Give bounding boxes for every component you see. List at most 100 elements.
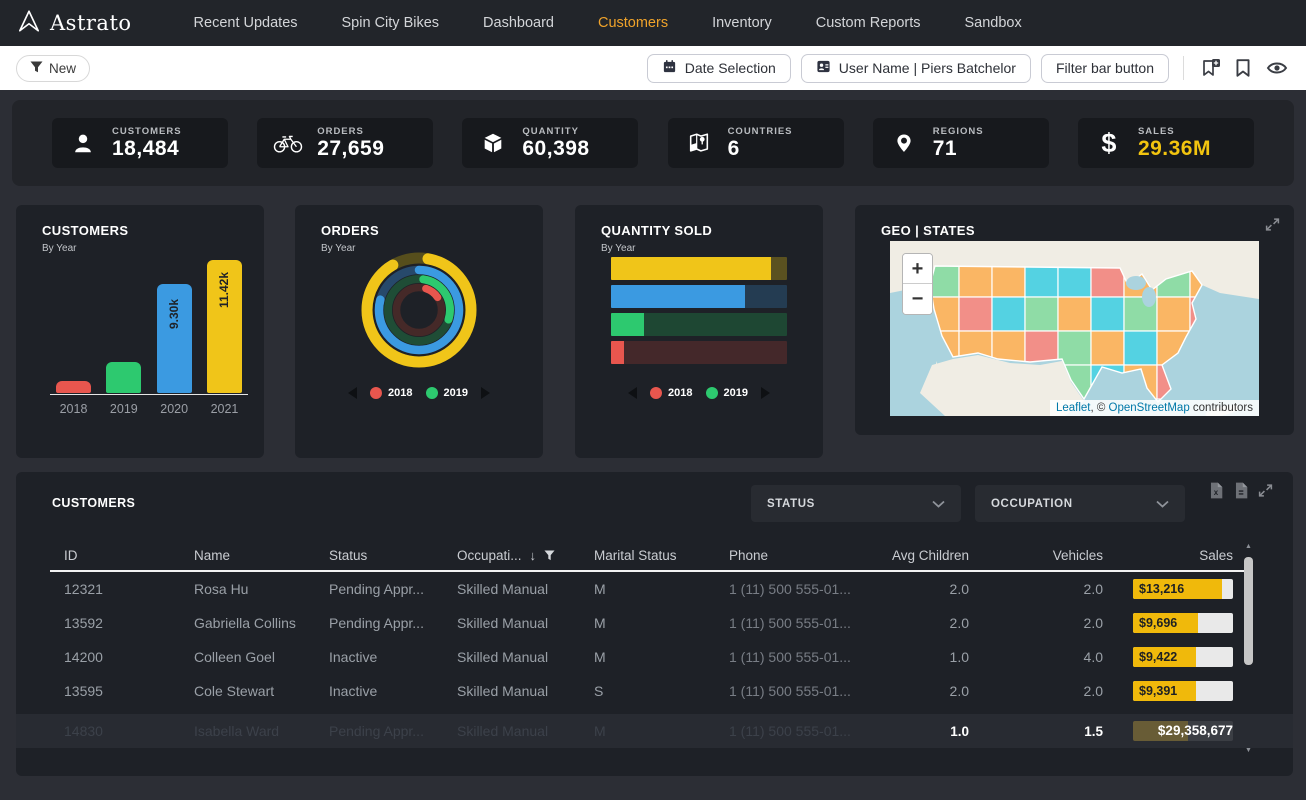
hbar-2018 <box>611 341 787 364</box>
col-header-sales[interactable]: Sales <box>1103 548 1233 563</box>
new-filter-button[interactable]: New <box>16 55 90 82</box>
export-doc-icon[interactable] <box>1233 482 1248 499</box>
scroll-up-arrow[interactable]: ▲ <box>1244 543 1253 550</box>
col-header-name[interactable]: Name <box>194 548 329 563</box>
legend-item-2019[interactable]: 2019 <box>706 387 748 399</box>
table-body: 12321Rosa HuPending Appr...Skilled Manua… <box>16 572 1293 708</box>
donut-rings-chart[interactable] <box>354 245 484 375</box>
map-icon <box>684 131 714 155</box>
legend-prev-arrow[interactable] <box>348 387 357 399</box>
col-header-occupation[interactable]: Occupati... ↓ <box>457 548 594 563</box>
col-header-id[interactable]: ID <box>64 548 194 563</box>
kpi-orders: ORDERS27,659 <box>257 118 433 168</box>
nav-item-dashboard[interactable]: Dashboard <box>461 0 576 46</box>
kpi-customers: CUSTOMERS18,484 <box>52 118 228 168</box>
user-icon <box>68 131 98 155</box>
chart-title: QUANTITY SOLD <box>601 223 712 238</box>
legend-next-arrow[interactable] <box>481 387 490 399</box>
osm-link[interactable]: OpenStreetMap <box>1109 402 1190 414</box>
chevron-down-icon <box>932 500 945 508</box>
brand-name: Astrato <box>50 11 132 35</box>
col-header-avg-children[interactable]: Avg Children <box>879 548 969 563</box>
zoom-in-button[interactable]: + <box>903 254 932 284</box>
quantity-chart-panel: QUANTITY SOLD By Year 2018 2019 <box>575 205 823 458</box>
col-header-vehicles[interactable]: Vehicles <box>969 548 1103 563</box>
expand-icon[interactable] <box>1258 483 1273 498</box>
sales-bar: $9,391 <box>1133 681 1233 701</box>
leaflet-link[interactable]: Leaflet <box>1056 402 1091 414</box>
nav-item-recent-updates[interactable]: Recent Updates <box>172 0 320 46</box>
scroll-down-arrow[interactable]: ▼ <box>1244 747 1253 754</box>
col-header-phone[interactable]: Phone <box>729 548 879 563</box>
nav-item-custom-reports[interactable]: Custom Reports <box>794 0 943 46</box>
occupation-filter-dropdown[interactable]: OCCUPATION <box>975 485 1185 522</box>
table-header-row: ID Name Status Occupati... ↓ Marital Sta… <box>16 540 1293 570</box>
filter-bar-button[interactable]: Filter bar button <box>1041 54 1169 83</box>
hbar-2021 <box>611 257 787 280</box>
nav-item-sandbox[interactable]: Sandbox <box>943 0 1044 46</box>
brand[interactable]: Astrato <box>16 8 132 39</box>
table-row[interactable]: 12321Rosa HuPending Appr...Skilled Manua… <box>16 572 1293 606</box>
customers-table-panel: CUSTOMERS STATUS OCCUPATION x <box>16 472 1293 776</box>
bicycle-icon <box>273 132 303 154</box>
table-row[interactable]: 13592Gabriella CollinsPending Appr...Ski… <box>16 606 1293 640</box>
main-nav: Recent Updates Spin City Bikes Dashboard… <box>172 0 1044 46</box>
eye-icon[interactable] <box>1264 57 1290 79</box>
legend-item-2018[interactable]: 2018 <box>650 387 692 399</box>
chart-subtitle: By Year <box>321 243 355 254</box>
orders-chart-panel: ORDERS By Year 2018 2019 <box>295 205 543 458</box>
user-name-button[interactable]: User Name | Piers Batchelor <box>801 54 1031 83</box>
toolbar: New Date Selection User Name | Piers Bat… <box>0 46 1306 90</box>
hbar-chart[interactable] <box>611 257 787 369</box>
dollar-icon: $ <box>1094 128 1124 159</box>
nav-item-spin-city-bikes[interactable]: Spin City Bikes <box>320 0 462 46</box>
user-badge-icon <box>816 59 831 77</box>
legend-next-arrow[interactable] <box>761 387 770 399</box>
nav-item-customers[interactable]: Customers <box>576 0 690 46</box>
customers-chart-panel: CUSTOMERS By Year 9.30k 11.42k 2018 2019… <box>16 205 264 458</box>
total-sales-value: $29,358,677 <box>1158 721 1233 741</box>
bar-chart[interactable]: 9.30k 11.42k <box>56 253 242 393</box>
status-filter-dropdown[interactable]: STATUS <box>751 485 961 522</box>
legend-item-2019[interactable]: 2019 <box>426 387 468 399</box>
col-header-status[interactable]: Status <box>329 548 457 563</box>
zoom-out-button[interactable]: − <box>903 284 932 314</box>
geo-states-panel: GEO | STATES <box>855 205 1294 435</box>
legend-prev-arrow[interactable] <box>628 387 637 399</box>
sort-desc-icon[interactable]: ↓ <box>530 548 537 563</box>
col-header-marital-status[interactable]: Marital Status <box>594 548 729 563</box>
toolbar-divider <box>1183 56 1184 80</box>
kpi-panel: CUSTOMERS18,484 ORDERS27,659 QUANTITY60,… <box>12 100 1294 186</box>
leaflet-map[interactable]: + − Leaflet, © OpenStreetMap contributor… <box>890 241 1259 416</box>
chart-title: CUSTOMERS <box>42 223 128 238</box>
total-vehicles: 1.5 <box>969 724 1103 739</box>
table-row[interactable]: 14200Colleen GoelInactiveSkilled ManualM… <box>16 640 1293 674</box>
x-axis-ticks: 2018 2019 2020 2021 <box>56 402 242 416</box>
column-filter-icon[interactable] <box>544 550 555 561</box>
table-actions: x <box>1208 482 1273 499</box>
top-nav: Astrato Recent Updates Spin City Bikes D… <box>0 0 1306 46</box>
bar-2018 <box>56 381 91 393</box>
total-avg-children: 1.0 <box>879 724 969 739</box>
us-choropleth <box>890 241 1259 416</box>
chart-title: ORDERS <box>321 223 379 238</box>
table-row[interactable]: 13595Cole StewartInactiveSkilled ManualS… <box>16 674 1293 708</box>
toolbar-right: Date Selection User Name | Piers Batchel… <box>647 54 1290 83</box>
date-selection-button[interactable]: Date Selection <box>647 54 791 83</box>
expand-icon[interactable] <box>1265 217 1280 235</box>
bookmark-add-icon[interactable] <box>1198 56 1222 80</box>
legend-item-2018[interactable]: 2018 <box>370 387 412 399</box>
bookmark-icon[interactable] <box>1232 56 1254 80</box>
svg-text:x: x <box>1214 488 1219 497</box>
export-excel-icon[interactable]: x <box>1208 482 1223 499</box>
table-scrollbar: ▲ ▼ <box>1244 547 1253 752</box>
nav-item-inventory[interactable]: Inventory <box>690 0 794 46</box>
chart-title: GEO | STATES <box>881 223 975 238</box>
scrollbar-thumb[interactable] <box>1244 557 1253 665</box>
bar-2021: 11.42k <box>207 260 242 393</box>
kpi-regions: REGIONS71 <box>873 118 1049 168</box>
chart-subtitle: By Year <box>601 243 635 254</box>
kpi-sales: $ SALES29.36M <box>1078 118 1254 168</box>
chevron-down-icon <box>1156 500 1169 508</box>
hbar-2019 <box>611 313 787 336</box>
